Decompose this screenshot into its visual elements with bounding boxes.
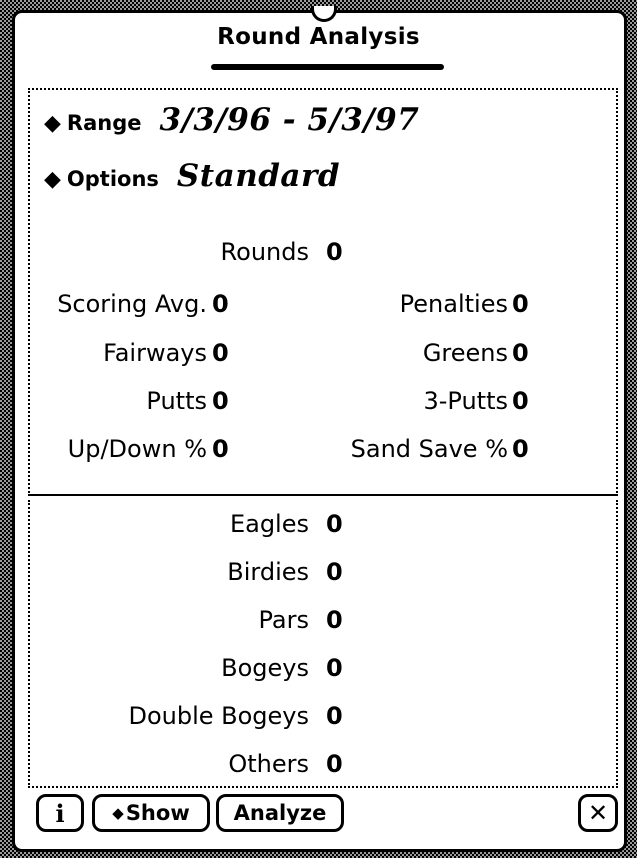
close-button[interactable]: ✕ bbox=[578, 794, 618, 832]
penalties-label: Penalties bbox=[399, 290, 508, 318]
up-down-value: 0 bbox=[212, 435, 229, 463]
analyze-button-label: Analyze bbox=[233, 801, 327, 825]
rounds-value: 0 bbox=[326, 238, 343, 266]
pars-label: Pars bbox=[258, 606, 309, 634]
greens-value: 0 bbox=[512, 339, 529, 367]
close-icon: ✕ bbox=[587, 799, 609, 827]
eagles-value: 0 bbox=[326, 510, 343, 538]
options-label: Options bbox=[66, 167, 159, 191]
info-icon: i bbox=[55, 798, 65, 828]
scores-panel bbox=[28, 500, 618, 788]
range-value: 3/3/96 - 5/3/97 bbox=[159, 102, 420, 138]
diamond-icon: ◆ bbox=[112, 804, 124, 822]
show-button[interactable]: ◆ Show bbox=[92, 794, 210, 832]
double-bogeys-label: Double Bogeys bbox=[128, 702, 309, 730]
penalties-value: 0 bbox=[512, 290, 529, 318]
putts-value: 0 bbox=[212, 387, 229, 415]
range-picker[interactable]: ◆ Range 3/3/96 - 5/3/97 bbox=[44, 102, 419, 138]
analyze-button[interactable]: Analyze bbox=[216, 794, 344, 832]
window-title: Round Analysis bbox=[217, 24, 420, 50]
range-label: Range bbox=[66, 111, 142, 135]
three-putts-label: 3-Putts bbox=[423, 387, 508, 415]
scoring-avg-label: Scoring Avg. bbox=[57, 290, 207, 318]
pars-value: 0 bbox=[326, 606, 343, 634]
diamond-icon: ◆ bbox=[44, 167, 61, 192]
others-label: Others bbox=[228, 750, 309, 778]
birdies-value: 0 bbox=[326, 558, 343, 586]
up-down-label: Up/Down % bbox=[67, 435, 207, 463]
options-picker[interactable]: ◆ Options Standard bbox=[44, 158, 340, 194]
rounds-label: Rounds bbox=[220, 238, 309, 266]
diamond-icon: ◆ bbox=[44, 111, 61, 136]
sand-save-label: Sand Save % bbox=[350, 435, 508, 463]
title-underline bbox=[211, 64, 444, 70]
fairways-value: 0 bbox=[212, 339, 229, 367]
eagles-label: Eagles bbox=[229, 510, 309, 538]
sand-save-value: 0 bbox=[512, 435, 529, 463]
info-button[interactable]: i bbox=[36, 794, 84, 832]
options-value: Standard bbox=[176, 158, 341, 194]
fairways-label: Fairways bbox=[103, 339, 207, 367]
double-bogeys-value: 0 bbox=[326, 702, 343, 730]
scoring-avg-value: 0 bbox=[212, 290, 229, 318]
bogeys-value: 0 bbox=[326, 654, 343, 682]
show-button-label: Show bbox=[125, 801, 190, 825]
others-value: 0 bbox=[326, 750, 343, 778]
bogeys-label: Bogeys bbox=[221, 654, 309, 682]
greens-label: Greens bbox=[422, 339, 508, 367]
putts-label: Putts bbox=[146, 387, 207, 415]
birdies-label: Birdies bbox=[227, 558, 309, 586]
three-putts-value: 0 bbox=[512, 387, 529, 415]
